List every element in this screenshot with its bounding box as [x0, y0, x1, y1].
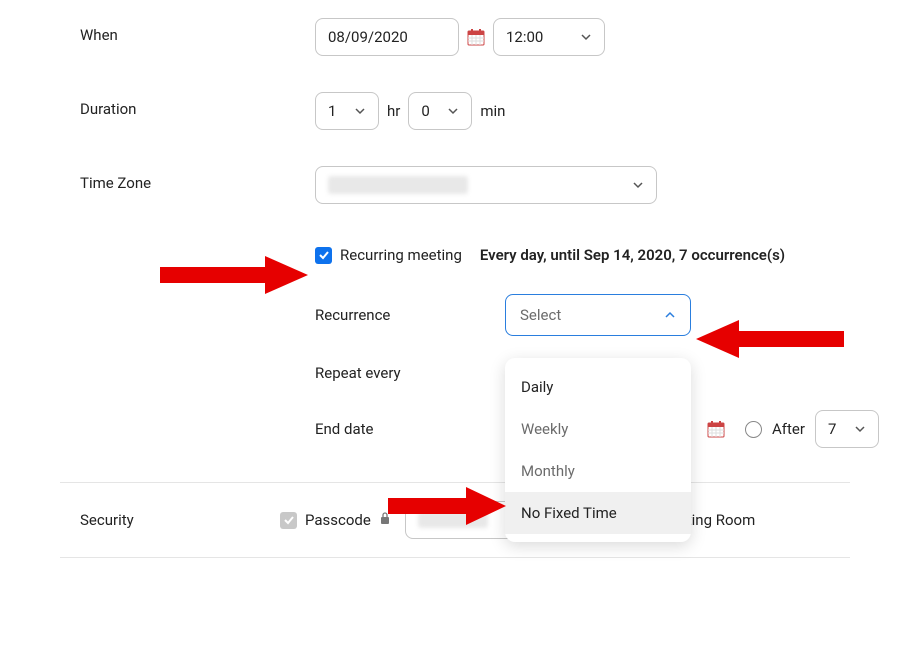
- recurring-checkbox-group[interactable]: Recurring meeting: [315, 246, 462, 264]
- chevron-down-icon: [354, 105, 366, 117]
- timezone-controls: [315, 166, 910, 204]
- chevron-up-icon: [664, 309, 676, 321]
- recurrence-value: Select: [520, 306, 561, 324]
- recurrence-label: Recurrence: [315, 306, 505, 324]
- hours-unit: hr: [387, 102, 400, 120]
- duration-row: Duration 1 hr 0 min: [0, 74, 910, 148]
- duration-hours-select[interactable]: 1: [315, 92, 379, 130]
- dropdown-item-no-fixed-time[interactable]: No Fixed Time: [505, 492, 691, 534]
- timezone-label: Time Zone: [80, 166, 315, 192]
- chevron-down-icon: [447, 105, 459, 117]
- duration-minutes-select[interactable]: 0: [408, 92, 472, 130]
- chevron-down-icon: [854, 423, 866, 435]
- when-row: When 08/09/2020 12:00: [0, 0, 910, 74]
- after-radio[interactable]: [745, 421, 762, 438]
- after-label: After: [772, 420, 805, 438]
- recurrence-dropdown-menu: Daily Weekly Monthly No Fixed Time: [505, 358, 691, 542]
- time-select[interactable]: 12:00: [493, 18, 605, 56]
- passcode-label: Passcode: [305, 511, 371, 529]
- date-input[interactable]: 08/09/2020: [315, 18, 459, 56]
- chevron-down-icon: [632, 179, 644, 191]
- when-label: When: [80, 18, 315, 44]
- timezone-select[interactable]: [315, 166, 657, 204]
- dropdown-item-daily[interactable]: Daily: [505, 366, 691, 408]
- duration-controls: 1 hr 0 min: [315, 92, 910, 130]
- dropdown-item-weekly[interactable]: Weekly: [505, 408, 691, 450]
- when-controls: 08/09/2020 12:00: [315, 18, 910, 56]
- date-value: 08/09/2020: [328, 28, 408, 46]
- security-label: Security: [80, 511, 280, 529]
- recurring-checkbox[interactable]: [315, 247, 332, 264]
- calendar-icon[interactable]: [467, 28, 485, 46]
- duration-label: Duration: [80, 92, 315, 118]
- minutes-value: 0: [421, 102, 429, 120]
- chevron-down-icon: [580, 31, 592, 43]
- recurrence-row: Recurrence Select: [315, 294, 910, 336]
- timezone-row: Time Zone: [0, 148, 910, 222]
- after-occurrences-select[interactable]: 7: [815, 410, 879, 448]
- recurrence-select[interactable]: Select: [505, 294, 691, 336]
- divider: [60, 557, 850, 558]
- lock-icon: [379, 511, 391, 529]
- calendar-icon[interactable]: [707, 420, 725, 438]
- recurring-label: Recurring meeting: [340, 246, 462, 264]
- recurring-summary: Every day, until Sep 14, 2020, 7 occurre…: [480, 246, 785, 264]
- end-date-label: End date: [315, 420, 505, 438]
- security-row: Security Passcode Waiting Room: [0, 483, 910, 557]
- dropdown-item-monthly[interactable]: Monthly: [505, 450, 691, 492]
- end-date-after-group: After 7: [745, 410, 879, 448]
- hours-value: 1: [328, 102, 336, 120]
- time-value: 12:00: [506, 28, 543, 46]
- repeat-every-label: Repeat every: [315, 364, 505, 382]
- passcode-checkbox-group[interactable]: Passcode: [280, 511, 391, 529]
- passcode-value-redacted: [418, 512, 488, 528]
- minutes-unit: min: [480, 102, 505, 120]
- after-value: 7: [828, 420, 836, 438]
- passcode-checkbox[interactable]: [280, 512, 297, 529]
- timezone-value-redacted: [328, 176, 468, 194]
- recurring-row: Recurring meeting Every day, until Sep 1…: [0, 222, 910, 284]
